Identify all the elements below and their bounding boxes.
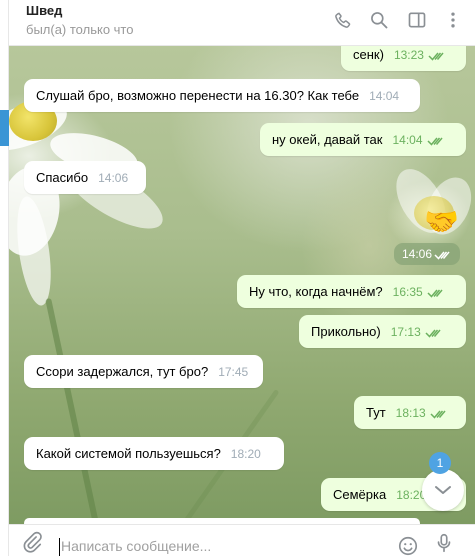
read-checks-icon — [434, 251, 450, 260]
text-cursor — [59, 538, 60, 556]
message-time: 16:35 — [392, 285, 423, 299]
read-checks-icon — [427, 287, 445, 299]
read-checks-icon — [428, 50, 446, 62]
chevron-down-icon — [435, 486, 451, 494]
handshake-sticker[interactable]: 🤝 — [424, 206, 459, 238]
message-text: Спасибо — [36, 170, 89, 185]
message-incoming[interactable]: Слушай бро, возможно перенести на 16.30?… — [24, 79, 420, 112]
message-text: Ссори задержался, тут бро? — [36, 364, 209, 379]
message-time: 17:13 — [390, 325, 421, 339]
contact-name[interactable]: Швед — [26, 3, 62, 18]
message-time: 18:13 — [395, 406, 426, 420]
sidebar-toggle-icon[interactable] — [405, 8, 429, 32]
message-time: 14:06 — [98, 171, 129, 185]
message-time: 18:20 — [230, 447, 261, 461]
sidebar-edge — [0, 0, 9, 556]
message-text: Тут — [366, 405, 386, 420]
message-time: 14:04 — [369, 89, 400, 103]
message-outgoing[interactable]: сенк) 13:23 — [341, 46, 466, 71]
message-time: 13:23 — [393, 48, 424, 62]
read-checks-icon — [425, 327, 443, 339]
message-incoming[interactable]: Спасибо 14:06 — [24, 161, 146, 194]
message-text: Какой системой пользуешься? — [36, 446, 221, 461]
search-icon[interactable] — [367, 8, 391, 32]
message-incoming[interactable]: Ссори задержался, тут бро? 17:45 — [24, 355, 263, 388]
message-text: ну окей, давай так — [272, 132, 383, 147]
unread-count-badge: 1 — [429, 452, 451, 474]
message-time: 14:06 — [402, 247, 433, 261]
scroll-down-button[interactable] — [422, 469, 464, 511]
read-checks-icon — [426, 135, 445, 147]
message-outgoing[interactable]: Ну что, когда начнём? 16:35 — [237, 275, 466, 308]
message-list[interactable]: сенк) 13:23 Слушай бро, возможно перенест… — [9, 46, 475, 524]
message-composer — [9, 524, 475, 556]
paperclip-icon[interactable] — [21, 531, 43, 553]
contact-status: был(а) только что — [26, 22, 134, 37]
active-chat-indicator — [0, 110, 9, 146]
message-outgoing[interactable]: ну окей, давай так 14:04 — [260, 123, 466, 156]
more-vertical-icon[interactable] — [441, 8, 465, 32]
phone-icon[interactable] — [331, 8, 355, 32]
emoji-icon[interactable] — [397, 535, 419, 556]
message-time: 17:45 — [218, 365, 249, 379]
message-text: сенк) — [353, 47, 384, 62]
message-text: Ну что, когда начнём? — [249, 284, 383, 299]
message-text: Семёрка — [333, 487, 387, 502]
microphone-icon[interactable] — [433, 531, 455, 555]
message-outgoing[interactable]: Тут 18:13 — [354, 396, 466, 429]
message-outgoing[interactable]: Прикольно) 17:13 — [299, 315, 466, 348]
sticker-timestamp: 14:06 — [394, 243, 461, 265]
message-text: Прикольно) — [311, 324, 381, 339]
message-time: 14:04 — [392, 133, 423, 147]
message-incoming[interactable]: Какой системой пользуешься? 18:20 — [24, 437, 284, 470]
read-checks-icon — [430, 408, 448, 420]
message-input[interactable] — [61, 535, 391, 556]
wallpaper-stem — [45, 297, 99, 524]
chat-header: Швед был(а) только что — [9, 0, 475, 46]
message-text: Слушай бро, возможно перенести на 16.30?… — [36, 88, 360, 103]
